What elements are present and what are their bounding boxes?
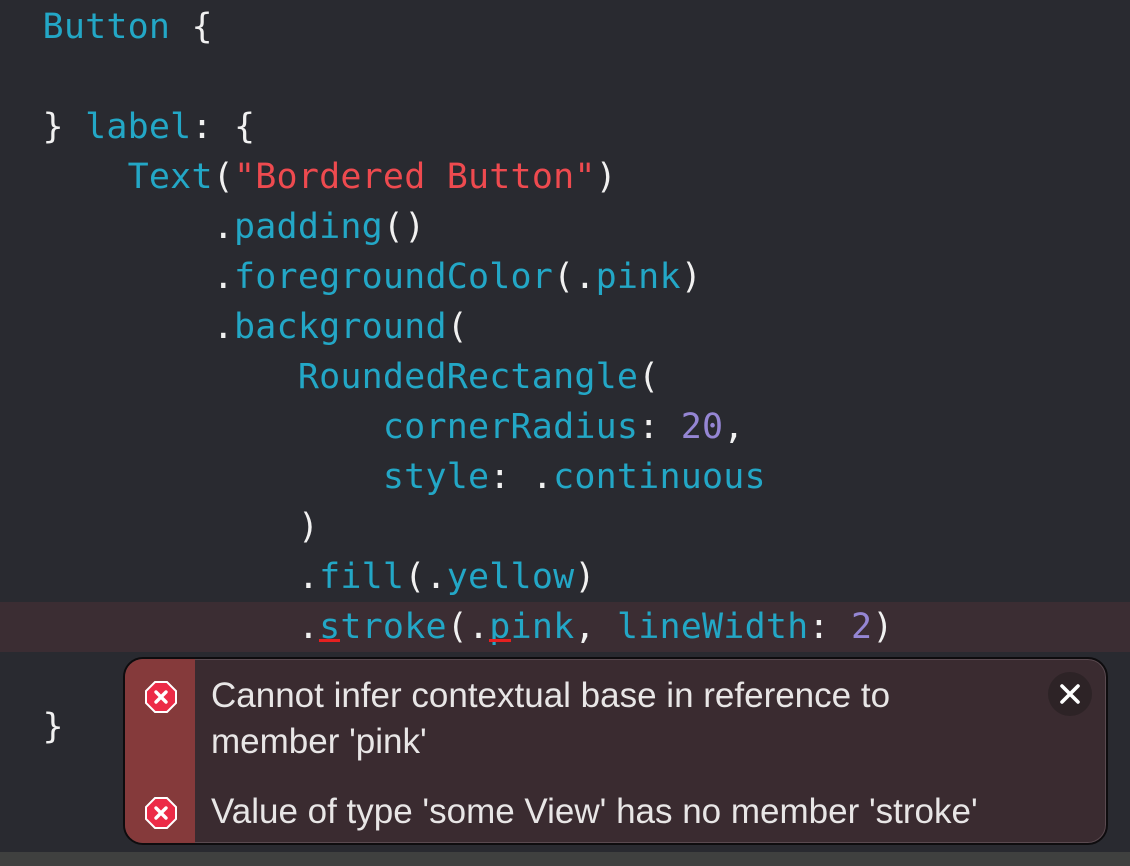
code-token: 2 [850,607,873,647]
code-token: : [808,607,851,647]
code-token: } [42,107,86,147]
error-icon [145,797,177,829]
status-bar [0,852,1130,866]
code-line[interactable]: Text("Bordered Button") [0,152,1130,202]
code-token: { [170,7,213,47]
code-token: fill [319,557,405,597]
code-line[interactable]: .fill(.yellow) [0,552,1130,602]
code-token: : . [489,457,554,497]
error-message: Value of type 'some View' has no member … [211,792,978,831]
error-icon [145,681,177,713]
code-token: , [723,407,745,447]
code-token: foregroundColor [234,257,554,297]
code-line[interactable]: .foregroundColor(.pink) [0,252,1130,302]
code-token: ( [212,157,235,197]
code-token: ( [638,357,660,397]
code-token: ) [595,157,617,197]
code-token: "Bordered Button" [234,157,596,197]
code-token: ink [510,607,575,647]
code-token: . [212,257,234,297]
code-token: yellow [446,557,575,597]
code-token: cornerRadius [382,407,639,447]
code-token: . [212,307,234,347]
code-line[interactable]: Button { [0,2,1130,52]
code-token: , [574,607,617,647]
error-message: Cannot infer contextual base in referenc… [211,676,891,761]
code-token: label [85,107,192,147]
error-squiggle-token: p [489,607,511,647]
code-token: ) [297,507,320,547]
code-line[interactable]: } label: { [0,102,1130,152]
code-line[interactable]: RoundedRectangle( [0,352,1130,402]
code-line[interactable]: cornerRadius: 20, [0,402,1130,452]
code-token: : [638,407,681,447]
code-token: continuous [553,457,766,497]
code-token: : { [191,107,256,147]
code-line-error[interactable]: .stroke(.pink, lineWidth: 2) [0,602,1130,652]
code-line[interactable]: .background( [0,302,1130,352]
code-token: 20 [680,407,724,447]
code-token: . [297,557,320,597]
code-token: RoundedRectangle [297,357,639,397]
code-token: } [42,707,64,747]
error-popover: Cannot infer contextual base in referenc… [123,657,1108,845]
code-token: (. [446,607,490,647]
code-token: () [382,207,426,247]
code-token: lineWidth [616,607,809,647]
code-line[interactable] [0,52,1130,102]
code-line[interactable]: ) [0,502,1130,552]
code-token: ) [680,257,702,297]
code-token: ) [574,557,596,597]
code-token: ( [446,307,468,347]
code-token: . [297,607,320,647]
code-token: Button [42,7,171,47]
code-token: background [234,307,447,347]
code-token: (. [404,557,447,597]
code-line[interactable]: style: .continuous [0,452,1130,502]
code-token: (. [553,257,596,297]
code-token: style [382,457,490,497]
code-token: pink [595,257,681,297]
code-token: . [212,207,234,247]
close-icon [1060,684,1080,704]
code-token: Text [127,157,213,197]
code-token: padding [234,207,383,247]
error-squiggle-token: s [319,607,341,647]
code-token: troke [340,607,447,647]
code-token: ) [872,607,894,647]
close-button[interactable] [1048,672,1092,716]
code-line[interactable]: .padding() [0,202,1130,252]
